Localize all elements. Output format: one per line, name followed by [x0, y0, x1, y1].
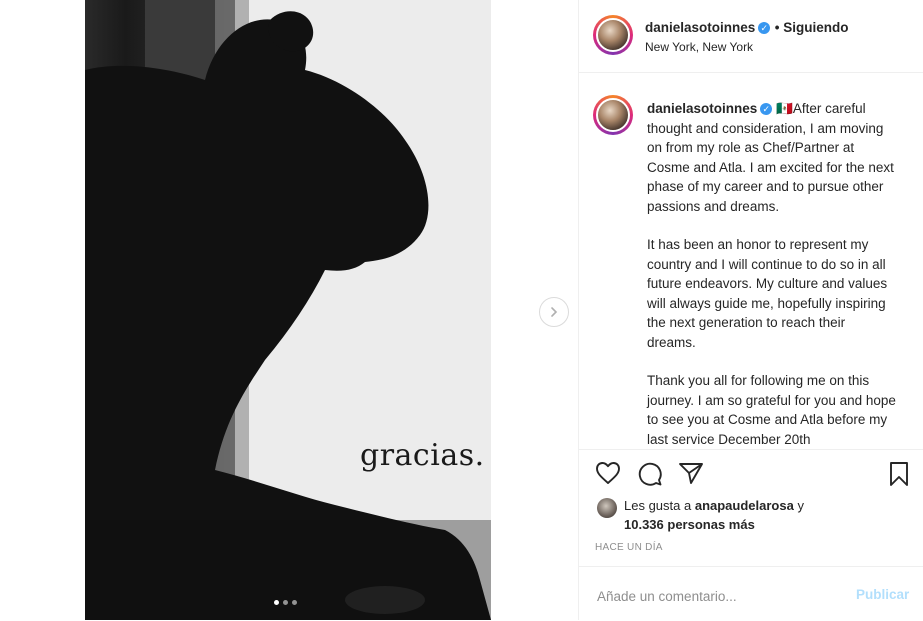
comment-icon: [638, 462, 662, 486]
carousel-next-button[interactable]: [539, 297, 569, 327]
liker-username-link[interactable]: anapaudelarosa: [695, 498, 794, 513]
post-timestamp[interactable]: HACE UN DÍA: [595, 542, 663, 553]
caption-scroll-area[interactable]: danielasotoinnes ✓ 🇲🇽After careful though…: [579, 73, 923, 449]
caption-avatar[interactable]: [593, 95, 633, 135]
comment-button[interactable]: [637, 461, 663, 492]
photo-caption-gracias: gracias.: [360, 438, 485, 473]
liker-avatar[interactable]: [597, 498, 617, 518]
save-button[interactable]: [888, 461, 910, 492]
share-icon: [679, 463, 703, 484]
location-link[interactable]: New York, New York: [645, 40, 753, 54]
post-photo[interactable]: gracias.: [85, 0, 491, 620]
carousel-dot: [283, 600, 288, 605]
verified-check-icon: ✓: [758, 21, 771, 34]
share-button[interactable]: [678, 461, 704, 490]
likes-prefix: Les gusta a: [624, 498, 692, 513]
caption-paragraph: It has been an honor to represent my cou…: [647, 237, 888, 350]
caption-paragraph: Thank you all for following me on this j…: [647, 373, 896, 447]
carousel-dot: [292, 600, 297, 605]
likes-count-link[interactable]: 10.336 personas más: [624, 517, 755, 532]
post-details-panel: danielasotoinnes ✓ • Siguiendo New York, …: [578, 0, 923, 620]
silhouette-image: [85, 0, 491, 620]
likes-joiner: y: [797, 498, 804, 513]
likes-summary: Les gusta a anapaudelarosa y 10.336 pers…: [624, 496, 804, 534]
like-button[interactable]: [595, 461, 621, 490]
caption-first-paragraph: 🇲🇽After careful thought and consideratio…: [647, 101, 894, 214]
caption-text: danielasotoinnes ✓ 🇲🇽After careful though…: [647, 99, 897, 449]
header-username[interactable]: danielasotoinnes: [645, 20, 755, 35]
comment-input[interactable]: [595, 585, 839, 607]
verified-check-icon: ✓: [760, 103, 773, 116]
chevron-right-icon: [551, 307, 558, 317]
bookmark-icon: [890, 462, 908, 486]
caption-username[interactable]: danielasotoinnes: [647, 101, 757, 116]
comment-form: Publicar: [579, 566, 923, 621]
carousel-dot: [274, 600, 279, 605]
avatar[interactable]: [593, 15, 633, 55]
heart-icon: [596, 462, 620, 484]
follow-status[interactable]: • Siguiendo: [775, 20, 849, 35]
carousel-indicators: [274, 600, 297, 605]
post-header: danielasotoinnes ✓ • Siguiendo New York, …: [579, 0, 923, 73]
publish-button[interactable]: Publicar: [856, 587, 909, 602]
